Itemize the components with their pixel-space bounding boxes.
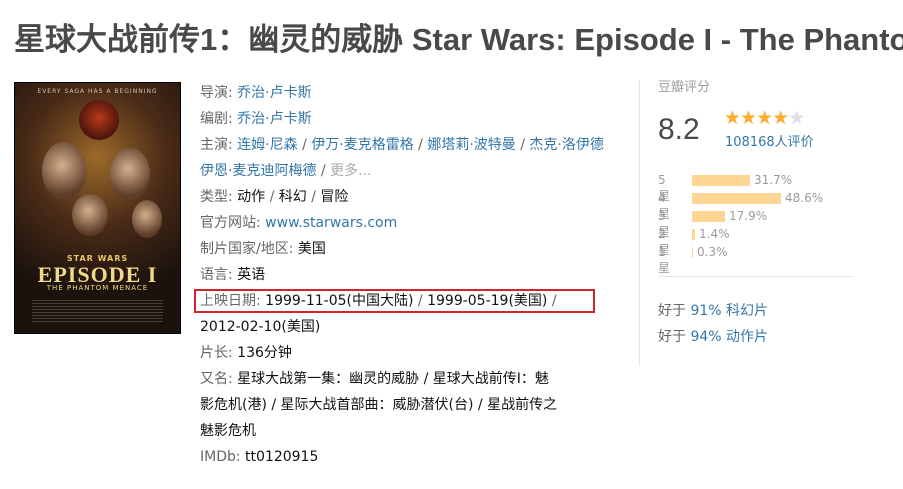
distribution-percent: 48.6% [785, 191, 824, 205]
website-link[interactable]: www.starwars.com [265, 215, 397, 231]
page-title: 星球大战前传1：幽灵的威胁 Star Wars: Episode I - The… [14, 22, 903, 57]
language-label: 语言 [200, 267, 228, 283]
release-date-highlight-box [194, 289, 595, 313]
language-value: 英语 [237, 267, 266, 283]
poster-face-4 [132, 200, 162, 238]
douban-rating-panel: 豆瓣评分 8.2 ★★★★★ 108168人评价 5星 31.7% 4星 48.6% 3… [658, 78, 868, 275]
distribution-bar [692, 193, 781, 204]
better-than-prefix: 好于 [658, 329, 686, 345]
language-row: 语言: 英语 [200, 267, 266, 283]
runtime-value: 136分钟 [237, 345, 292, 361]
country-value: 美国 [297, 241, 326, 257]
distribution-percent: 31.7% [754, 173, 793, 187]
better-than-link[interactable]: 94% 动作片 [690, 329, 768, 345]
poster-face-1 [42, 142, 86, 200]
imdb-row: IMDb: tt0120915 [200, 449, 319, 465]
genre-label: 类型 [200, 189, 228, 205]
genre-row: 类型: 动作 / 科幻 / 冒险 [200, 189, 349, 205]
genre-value: 动作 [237, 189, 266, 205]
distribution-bar [692, 175, 750, 186]
genre-value: 科幻 [278, 189, 307, 205]
distribution-percent: 0.3% [697, 245, 728, 259]
poster-credits [32, 300, 163, 322]
poster-logo-sub: THE PHANTOM MENACE [46, 284, 149, 292]
star-filled-icon: ★ [724, 107, 741, 129]
genre-value: 冒险 [320, 189, 349, 205]
aka-row: 又名: 星球大战第一集：幽灵的威胁 / 星球大战前传I：魅 [200, 371, 549, 387]
aka-label: 又名 [200, 371, 228, 387]
cast-row: 主演: 连姆·尼森 / 伊万·麦克格雷格 / 娜塔莉·波特曼 / 杰克·洛伊德 [200, 137, 604, 153]
aka-row-cont: 魅影危机 [200, 418, 620, 444]
rating-votes-link[interactable]: 108168人评价 [725, 131, 814, 150]
director-link[interactable]: 乔治·卢卡斯 [237, 85, 311, 101]
cast-link[interactable]: 娜塔莉·波特曼 [427, 137, 515, 153]
star-filled-icon: ★ [756, 107, 773, 129]
poster-face-2 [110, 148, 150, 200]
rating-score: 8.2 [658, 113, 700, 146]
distribution-percent: 1.4% [699, 227, 730, 241]
poster-villain-face [79, 100, 119, 140]
cast-link[interactable]: 连姆·尼森 [237, 137, 297, 153]
rating-divider [658, 276, 852, 277]
writer-link[interactable]: 乔治·卢卡斯 [237, 111, 311, 127]
rating-stars: ★★★★★ [724, 107, 805, 129]
cast-row-cont: 伊恩·麦克迪阿梅德 / 更多... [200, 163, 372, 179]
better-than-prefix: 好于 [658, 303, 686, 319]
star-level-label: 1星 [658, 245, 671, 275]
better-than-row: 好于 91% 科幻片 [658, 298, 768, 324]
aka-value: 影危机(港) / 星际大战首部曲：威胁潜伏(台) / 星战前传之 [200, 397, 558, 413]
imdb-value: tt0120915 [245, 449, 319, 465]
runtime-row: 片长: 136分钟 [200, 345, 292, 361]
aka-value: 星球大战第一集：幽灵的威胁 / 星球大战前传I：魅 [237, 371, 549, 387]
better-than-section: 好于 91% 科幻片 好于 94% 动作片 [658, 298, 768, 350]
cast-link[interactable]: 伊恩·麦克迪阿梅德 [200, 163, 316, 179]
director-label: 导演 [200, 85, 228, 101]
aka-value: 魅影危机 [200, 423, 256, 439]
writer-row: 编剧: 乔治·卢卡斯 [200, 111, 312, 127]
director-row: 导演: 乔治·卢卡斯 [200, 85, 312, 101]
star-filled-icon: ★ [740, 107, 757, 129]
runtime-label: 片长 [200, 345, 228, 361]
movie-info: 导演: 乔治·卢卡斯 编剧: 乔治·卢卡斯 主演: 连姆·尼森 / 伊万·麦克格… [200, 80, 620, 470]
rating-label: 豆瓣评分 [658, 80, 711, 95]
aka-row-cont: 影危机(港) / 星际大战首部曲：威胁潜伏(台) / 星战前传之 [200, 392, 620, 418]
cast-label: 主演 [200, 137, 228, 153]
distribution-bar [692, 247, 693, 258]
release-row-cont: 2012-02-10(美国) [200, 314, 620, 340]
distribution-percent: 17.9% [729, 209, 768, 223]
cast-more-link[interactable]: 更多... [330, 163, 371, 179]
poster-tagline: EVERY SAGA HAS A BEGINNING [37, 88, 158, 95]
better-than-row: 好于 94% 动作片 [658, 324, 768, 350]
country-label: 制片国家/地区 [200, 241, 289, 257]
release-date-3: 2012-02-10(美国) [200, 319, 321, 335]
country-row: 制片国家/地区: 美国 [200, 241, 326, 257]
cast-link[interactable]: 伊万·麦克格雷格 [311, 137, 413, 153]
distribution-bar [692, 229, 695, 240]
better-than-link[interactable]: 91% 科幻片 [690, 303, 768, 319]
movie-poster[interactable]: EVERY SAGA HAS A BEGINNING STAR WARS EPI… [14, 82, 181, 334]
star-empty-icon: ★ [788, 107, 805, 129]
website-row: 官方网站: www.starwars.com [200, 215, 398, 231]
distribution-bar [692, 211, 725, 222]
star-filled-icon: ★ [772, 107, 789, 129]
poster-face-3 [72, 194, 108, 236]
website-label: 官方网站 [200, 215, 256, 231]
imdb-label: IMDb [200, 449, 236, 465]
vertical-divider [639, 80, 640, 366]
cast-link[interactable]: 杰克·洛伊德 [529, 137, 603, 153]
writer-label: 编剧 [200, 111, 228, 127]
